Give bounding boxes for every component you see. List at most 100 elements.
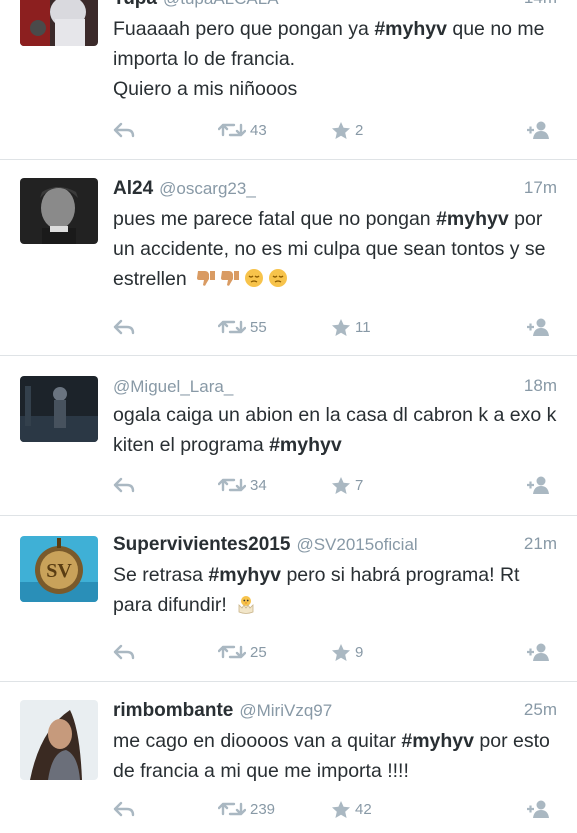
retweet-button[interactable]: 43 xyxy=(218,118,267,142)
follow-button[interactable] xyxy=(526,640,550,664)
reply-button[interactable] xyxy=(113,315,135,339)
display-name[interactable]: Tupa xyxy=(113,0,157,9)
retweet-icon xyxy=(218,123,246,137)
follow-user-icon xyxy=(527,476,549,494)
retweet-count: 43 xyxy=(250,121,267,139)
reply-button[interactable] xyxy=(113,640,135,664)
tweet-4[interactable]: SV Supervivientes2015 @SV2015oficial 21m … xyxy=(0,516,577,682)
hashtag-link[interactable]: #myhyv xyxy=(401,730,474,752)
reply-button[interactable] xyxy=(113,473,135,497)
retweet-count: 55 xyxy=(250,318,267,336)
avatar[interactable] xyxy=(20,700,98,780)
avatar[interactable] xyxy=(20,178,98,244)
tweet-1[interactable]: Tupa @tupaALCALA 14m Fuaaaah pero que pon… xyxy=(0,0,577,160)
tweet-actions: 55 11 xyxy=(113,315,563,339)
display-name[interactable]: Al24 xyxy=(113,178,153,199)
favorite-button[interactable]: 11 xyxy=(331,315,371,339)
pensive-face-emoji xyxy=(269,269,288,287)
tweet-header: rimbombante @MiriVzq97 25m xyxy=(113,700,557,726)
thumbs-down-emoji xyxy=(221,271,240,286)
reply-button[interactable] xyxy=(113,118,135,142)
reply-icon xyxy=(113,801,135,817)
favorite-count: 11 xyxy=(355,318,371,336)
hashtag-link[interactable]: #myhyv xyxy=(208,564,281,586)
retweet-icon xyxy=(218,645,246,659)
tweet-header: @Miguel_Lara_ 18m xyxy=(113,376,557,402)
display-name[interactable]: Supervivientes2015 xyxy=(113,534,290,555)
display-name[interactable]: rimbombante xyxy=(113,700,233,721)
reply-icon xyxy=(113,644,135,660)
tweet-header: Tupa @tupaALCALA 14m xyxy=(113,0,557,14)
timestamp[interactable]: 14m xyxy=(524,0,557,8)
avatar[interactable]: SV xyxy=(20,536,98,602)
user-handle[interactable]: @tupaALCALA xyxy=(163,0,279,8)
retweet-icon xyxy=(218,802,246,816)
retweet-button[interactable]: 239 xyxy=(218,797,275,821)
retweet-button[interactable]: 34 xyxy=(218,473,267,497)
timestamp[interactable]: 25m xyxy=(524,700,557,720)
thumbs-down-emoji xyxy=(197,271,216,286)
retweet-count: 25 xyxy=(250,643,267,661)
favorite-button[interactable]: 9 xyxy=(331,640,363,664)
hashtag-link[interactable]: #myhyv xyxy=(269,434,342,456)
avatar[interactable] xyxy=(20,376,98,442)
pensive-face-emoji xyxy=(245,269,264,287)
reply-icon xyxy=(113,319,135,335)
user-handle[interactable]: @Miguel_Lara_ xyxy=(113,377,233,396)
tweet-actions: 43 2 xyxy=(113,118,563,142)
timestamp[interactable]: 18m xyxy=(524,376,557,396)
retweet-count: 239 xyxy=(250,800,276,818)
star-icon xyxy=(332,476,350,494)
tweet-text: me cago en dioooos van a quitar #myhyv p… xyxy=(113,730,550,782)
tweet-header: Supervivientes2015 @SV2015oficial 21m xyxy=(113,534,557,560)
star-icon xyxy=(332,643,350,661)
tweet-5[interactable]: rimbombante @MiriVzq97 25m me cago en dio… xyxy=(0,682,577,833)
tweet-text: Se retrasa #myhyv pero si habrá programa… xyxy=(113,564,520,616)
retweet-button[interactable]: 25 xyxy=(218,640,267,664)
follow-user-icon xyxy=(527,121,549,139)
tweet-text: Fuaaaah pero que pongan ya #myhyv que no… xyxy=(113,18,545,100)
reply-icon xyxy=(113,122,135,138)
reply-button[interactable] xyxy=(113,797,135,821)
hashtag-link[interactable]: #myhyv xyxy=(436,208,509,230)
timestamp[interactable]: 17m xyxy=(524,178,557,198)
follow-button[interactable] xyxy=(526,473,550,497)
user-handle[interactable]: @SV2015oficial xyxy=(296,535,417,554)
follow-user-icon xyxy=(527,318,549,336)
svg-text:SV: SV xyxy=(46,560,72,582)
favorite-button[interactable]: 2 xyxy=(331,118,363,142)
tweet-actions: 239 42 xyxy=(113,797,563,821)
user-handle[interactable]: @oscarg23_ xyxy=(159,179,256,198)
user-handle[interactable]: @MiriVzq97 xyxy=(239,701,332,720)
follow-button[interactable] xyxy=(526,118,550,142)
favorite-count: 42 xyxy=(355,800,372,818)
favorite-count: 2 xyxy=(355,121,364,139)
reply-icon xyxy=(113,477,135,493)
timestamp[interactable]: 21m xyxy=(524,534,557,554)
retweet-button[interactable]: 55 xyxy=(218,315,267,339)
star-icon xyxy=(332,800,350,818)
tweet-text-line: Quiero a mis niñooos xyxy=(113,78,298,100)
follow-user-icon xyxy=(527,800,549,818)
retweet-icon xyxy=(218,478,246,492)
tweet-text: ogala caiga un abion en la casa dl cabro… xyxy=(113,404,557,456)
avatar[interactable] xyxy=(20,0,98,46)
follow-button[interactable] xyxy=(526,315,550,339)
favorite-button[interactable]: 42 xyxy=(331,797,372,821)
favorite-button[interactable]: 7 xyxy=(331,473,363,497)
tweet-3[interactable]: @Miguel_Lara_ 18m ogala caiga un abion e… xyxy=(0,356,577,516)
follow-button[interactable] xyxy=(526,797,550,821)
retweet-icon xyxy=(218,320,246,334)
tweet-text: pues me parece fatal que no pongan #myhy… xyxy=(113,208,546,290)
hatching-chick-emoji xyxy=(238,596,254,614)
tweet-actions: 25 9 xyxy=(113,640,563,664)
tweet-actions: 34 7 xyxy=(113,473,563,497)
tweet-timeline: Tupa @tupaALCALA 14m Fuaaaah pero que pon… xyxy=(0,0,577,833)
tweet-2[interactable]: Al24 @oscarg23_ 17m pues me parece fatal … xyxy=(0,160,577,356)
star-icon xyxy=(332,318,350,336)
star-icon xyxy=(332,121,350,139)
retweet-count: 34 xyxy=(250,476,267,494)
hashtag-link[interactable]: #myhyv xyxy=(374,18,447,40)
favorite-count: 7 xyxy=(355,476,364,494)
follow-user-icon xyxy=(527,643,549,661)
